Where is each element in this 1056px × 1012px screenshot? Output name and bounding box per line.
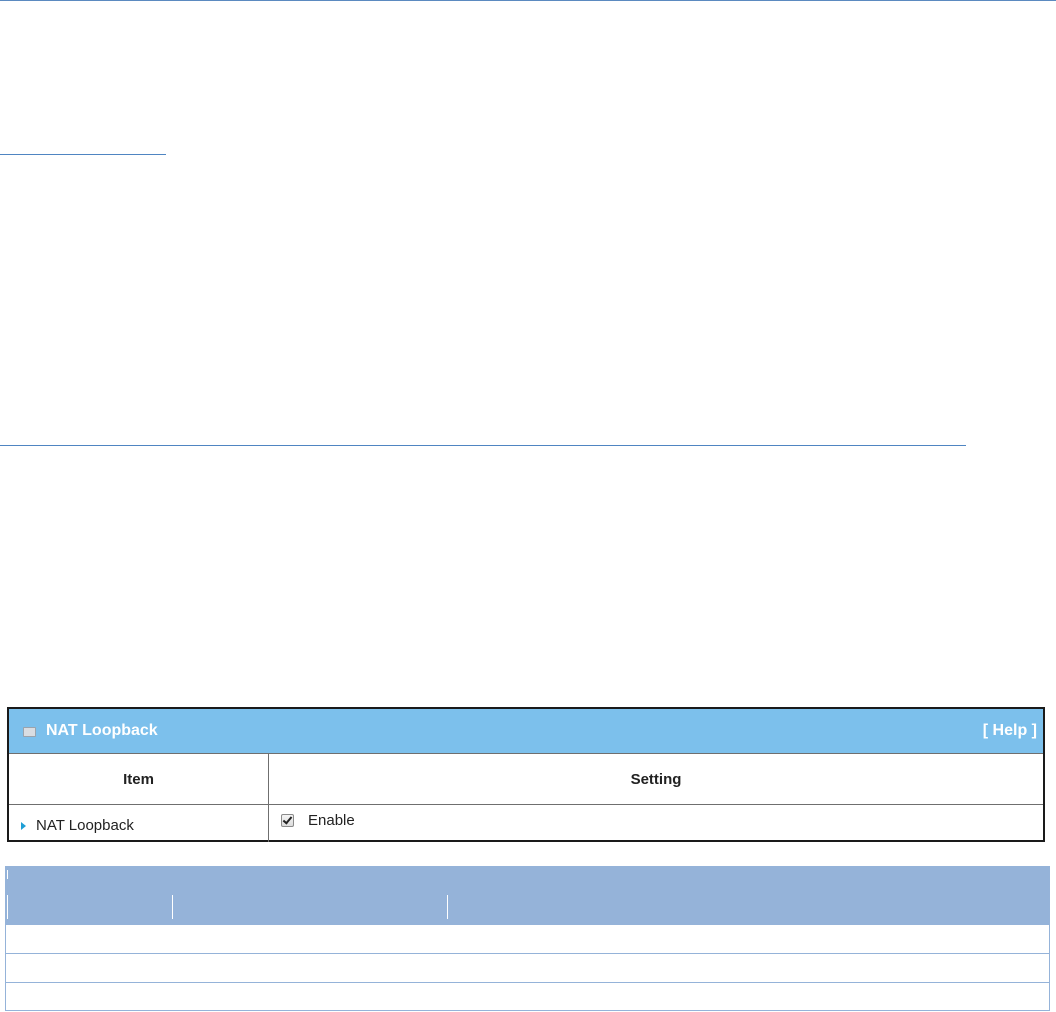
table-row [5,953,1050,982]
row-label: NAT Loopback [36,817,134,834]
panel-title: NAT Loopback [46,722,158,739]
header-divider-tick [172,895,173,919]
column-header-item: Item [9,753,269,805]
panel-title-group: NAT Loopback [23,722,158,740]
help-link[interactable]: [ Help ] [983,722,1037,740]
table-row [5,982,1050,1011]
panel-header: NAT Loopback [ Help ] [9,709,1043,753]
empty-data-table [5,866,1050,1012]
table-row: NAT Loopback Enable [9,804,1043,842]
long-divider [0,445,966,446]
triangle-bullet-icon [21,821,26,830]
enable-checkbox[interactable] [281,814,294,827]
document-page: NAT Loopback [ Help ] Item Setting NAT L… [0,0,1056,1012]
table-header-row: Item Setting [9,753,1043,805]
short-divider [0,154,166,155]
header-divider-tick [447,895,448,919]
settings-table: Item Setting NAT Loopback Enable [9,753,1043,842]
header-divider-tick [7,870,8,879]
table-row [5,924,1050,953]
enable-checkbox-label: Enable [308,812,355,829]
column-header-setting: Setting [268,753,1043,805]
row-label-cell: NAT Loopback [9,804,269,842]
empty-table-header [5,866,1050,924]
header-divider-tick [7,895,8,919]
panel-window-icon [23,727,36,737]
nat-loopback-panel: NAT Loopback [ Help ] Item Setting NAT L… [7,707,1045,842]
row-setting-cell: Enable [268,804,1043,842]
top-divider [0,0,1056,1]
